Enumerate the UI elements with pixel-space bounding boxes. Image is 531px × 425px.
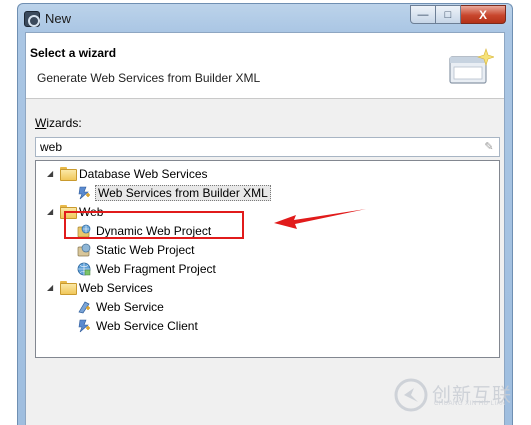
expand-arrow-icon[interactable]: ◢ (47, 284, 55, 292)
eraser-icon[interactable]: ✎ (482, 140, 496, 154)
tree-item-web-service-client[interactable]: Web Service Client (36, 317, 496, 335)
expand-arrow-icon[interactable]: ◢ (47, 208, 55, 216)
minimize-icon: — (417, 8, 429, 21)
close-icon: X (478, 7, 487, 22)
tree-item-web-services-from-builder-xml[interactable]: Web Services from Builder XML (36, 184, 496, 202)
watermark-logo: 创新互联 CHUANG XIN HU LIAN (392, 378, 528, 412)
watermark-subtext: CHUANG XIN HU LIAN (434, 401, 507, 407)
tree-item-label: Database Web Services (79, 167, 208, 181)
wizard-filter-input[interactable] (35, 137, 500, 157)
tree-folder-database-web-services[interactable]: ◢ Database Web Services (36, 165, 496, 183)
title-bar[interactable]: New — □ X (18, 4, 512, 32)
close-button[interactable]: X (461, 5, 506, 24)
tree-item-label: Web Services from Builder XML (95, 185, 271, 201)
banner-description: Generate Web Services from Builder XML (37, 71, 261, 85)
wizard-banner: Select a wizard Generate Web Services fr… (26, 33, 504, 99)
folder-icon (60, 167, 77, 181)
tree-item-label: Web Service Client (96, 319, 198, 333)
web-service-builder-icon (78, 186, 90, 200)
tree-item-web-fragment-project[interactable]: Web Fragment Project (36, 260, 496, 278)
web-service-client-icon (78, 319, 90, 333)
expand-arrow-icon[interactable]: ◢ (47, 170, 55, 178)
annotation-highlight-box (64, 211, 244, 239)
tree-item-web-service[interactable]: Web Service (36, 298, 496, 316)
window-controls: — □ X (410, 5, 506, 24)
maximize-button[interactable]: □ (436, 5, 461, 24)
web-fragment-project-icon (77, 262, 91, 276)
window-title: New (45, 11, 72, 26)
banner-title: Select a wizard (30, 46, 117, 60)
wizard-tree[interactable]: ◢ Database Web Services Web Services fro… (35, 160, 500, 358)
tree-item-label: Web Service (96, 300, 164, 314)
tree-item-label: Web Fragment Project (96, 262, 216, 276)
web-service-icon (78, 301, 90, 314)
maximize-icon: □ (444, 8, 452, 21)
tree-item-label: Static Web Project (96, 243, 195, 257)
eclipse-app-icon (24, 11, 40, 27)
static-web-project-icon (77, 243, 91, 257)
tree-item-static-web-project[interactable]: Static Web Project (36, 241, 496, 259)
annotation-arrow-icon (274, 209, 366, 229)
tree-folder-web-services[interactable]: ◢ Web Services (36, 279, 496, 297)
folder-icon (60, 281, 77, 295)
watermark-swirl-icon (394, 378, 428, 412)
minimize-button[interactable]: — (410, 5, 436, 24)
wizards-label: Wizards: (35, 116, 82, 130)
wizard-banner-icon (449, 48, 494, 84)
tree-item-label: Web Services (79, 281, 153, 295)
